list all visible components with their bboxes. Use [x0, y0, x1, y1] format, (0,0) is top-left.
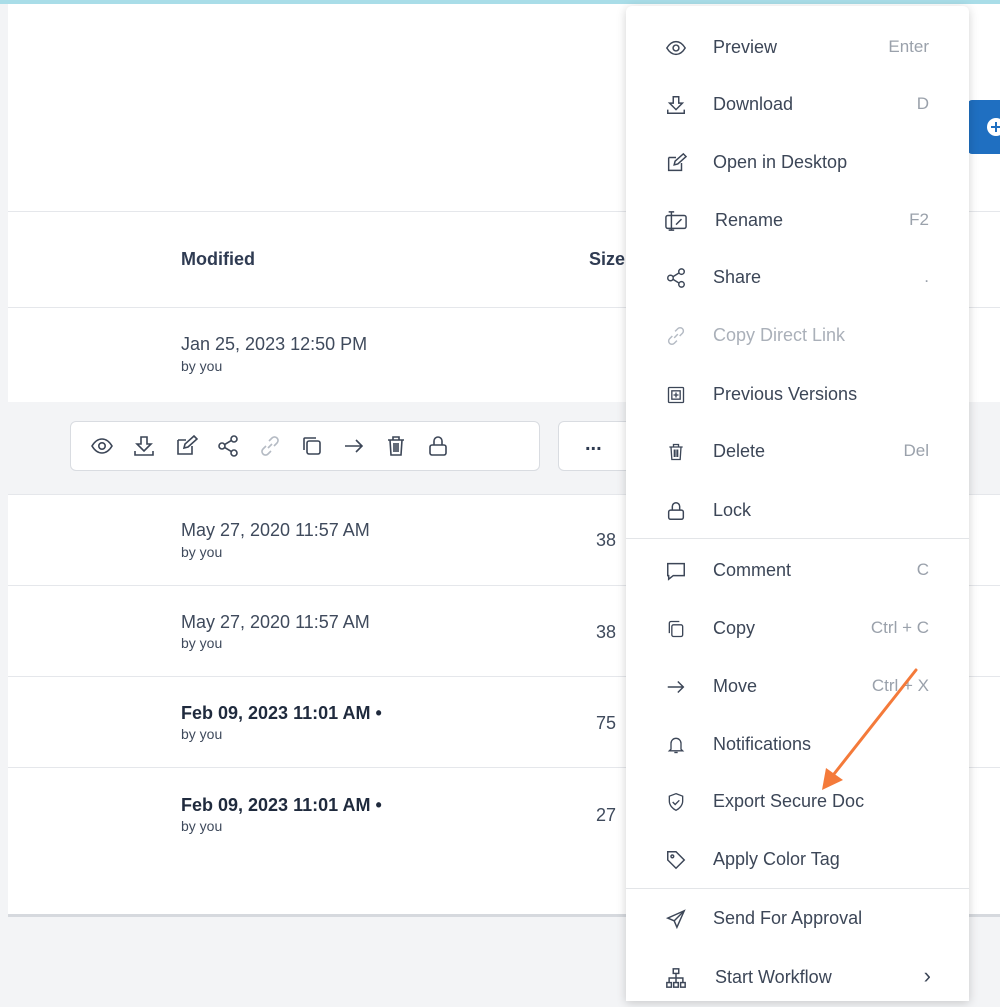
- menu-item-label: Move: [713, 676, 758, 696]
- menu-item-lock[interactable]: Lock: [626, 482, 969, 540]
- menu-item-label: Start Workflow: [715, 967, 832, 987]
- row-modified-by: by you: [181, 726, 223, 742]
- rename-icon: [664, 209, 688, 233]
- menu-item-label: Copy: [713, 618, 756, 638]
- menu-item-shortcut: Enter: [888, 37, 929, 56]
- menu-item-shortcut: C: [916, 560, 929, 579]
- row-modified-by: by you: [181, 544, 223, 560]
- move-arrow-icon[interactable]: [333, 425, 375, 467]
- bell-icon: [664, 733, 688, 757]
- eye-icon: [664, 36, 688, 60]
- link-icon[interactable]: [249, 425, 291, 467]
- menu-item-label: Delete: [713, 441, 766, 461]
- row-modified-by: by you: [181, 358, 223, 374]
- edit-icon: [664, 151, 688, 175]
- row-size: 75: [596, 713, 617, 733]
- versions-icon: [664, 383, 688, 407]
- menu-item-rename[interactable]: Rename F2: [626, 192, 969, 250]
- download-icon[interactable]: [123, 425, 165, 467]
- link-icon: [664, 324, 688, 348]
- plus-icon: [987, 118, 1000, 136]
- menu-item-shortcut: F2: [909, 210, 929, 229]
- comment-icon: [664, 559, 688, 583]
- row-modified-date: Feb 09, 2023 11:01 AM •: [181, 795, 382, 815]
- row-modified-date: Feb 09, 2023 11:01 AM •: [181, 703, 382, 723]
- menu-item-label: Preview: [713, 37, 778, 57]
- menu-item-start-workflow[interactable]: Start Workflow ›: [626, 949, 969, 1007]
- menu-item-label: Comment: [713, 560, 792, 580]
- menu-item-move[interactable]: Move Ctrl + X: [626, 658, 969, 716]
- menu-item-notifications[interactable]: Notifications: [626, 716, 969, 774]
- row-size: 38: [596, 622, 617, 642]
- quick-action-bar: [70, 421, 540, 471]
- row-modified-date: Jan 25, 2023 12:50 PM: [181, 334, 368, 354]
- shield-icon: [664, 790, 688, 814]
- menu-item-label: Rename: [715, 210, 784, 230]
- menu-item-share[interactable]: Share .: [626, 249, 969, 307]
- menu-item-open-in-desktop[interactable]: Open in Desktop: [626, 134, 969, 192]
- context-menu: Preview Enter Download D Open in Desktop…: [626, 6, 969, 1001]
- menu-item-export-secure-doc[interactable]: Export Secure Doc: [626, 773, 969, 831]
- menu-item-shortcut: Del: [903, 441, 929, 460]
- share-icon[interactable]: [207, 425, 249, 467]
- send-icon: [664, 907, 688, 931]
- menu-item-label: Lock: [713, 500, 752, 520]
- menu-item-label: Copy Direct Link: [713, 325, 846, 345]
- chevron-right-icon: ›: [923, 963, 931, 988]
- menu-item-comment[interactable]: Comment C: [626, 542, 969, 600]
- edit-icon[interactable]: [165, 425, 207, 467]
- menu-separator: [626, 538, 969, 539]
- menu-separator: [626, 888, 969, 889]
- menu-item-previous-versions[interactable]: Previous Versions: [626, 366, 969, 424]
- menu-item-copy[interactable]: Copy Ctrl + C: [626, 600, 969, 658]
- tag-icon: [664, 848, 688, 872]
- move-arrow-icon: [664, 675, 688, 699]
- trash-icon: [664, 440, 688, 464]
- download-icon: [664, 93, 688, 117]
- menu-item-copy-direct-link[interactable]: Copy Direct Link: [626, 307, 969, 365]
- copy-icon: [664, 617, 688, 641]
- column-header-size[interactable]: Size: [589, 249, 625, 270]
- menu-item-label: Previous Versions: [713, 384, 858, 404]
- menu-item-shortcut: Ctrl + X: [871, 676, 929, 695]
- preview-eye-icon[interactable]: [81, 425, 123, 467]
- trash-icon[interactable]: [375, 425, 417, 467]
- menu-item-label: Export Secure Doc: [713, 791, 865, 811]
- menu-item-label: Share: [713, 267, 762, 287]
- lock-icon: [664, 499, 688, 523]
- share-icon: [664, 266, 688, 290]
- add-new-button[interactable]: [968, 100, 1000, 154]
- row-modified-date: May 27, 2020 11:57 AM: [181, 612, 370, 632]
- menu-item-label: Send For Approval: [713, 908, 863, 928]
- menu-item-send-for-approval[interactable]: Send For Approval: [626, 890, 969, 948]
- menu-item-download[interactable]: Download D: [626, 76, 969, 134]
- lock-icon[interactable]: [417, 425, 459, 467]
- menu-item-shortcut: .: [924, 267, 929, 286]
- row-size: 27: [596, 805, 617, 825]
- menu-item-shortcut: Ctrl + C: [870, 618, 929, 637]
- row-modified-date: May 27, 2020 11:57 AM: [181, 520, 370, 540]
- menu-item-delete[interactable]: Delete Del: [626, 423, 969, 481]
- menu-item-label: Open in Desktop: [713, 152, 848, 172]
- column-header-modified[interactable]: Modified: [181, 249, 255, 270]
- copy-icon[interactable]: [291, 425, 333, 467]
- menu-item-label: Apply Color Tag: [713, 849, 840, 869]
- workflow-icon: [664, 966, 688, 990]
- row-size: 38: [596, 530, 617, 550]
- menu-item-apply-color-tag[interactable]: Apply Color Tag: [626, 831, 969, 889]
- menu-item-label: Download: [713, 94, 794, 114]
- row-modified-by: by you: [181, 818, 223, 834]
- menu-item-shortcut: D: [916, 94, 929, 113]
- menu-item-label: Notifications: [713, 734, 812, 754]
- row-modified-by: by you: [181, 635, 223, 651]
- menu-item-preview[interactable]: Preview Enter: [626, 19, 969, 77]
